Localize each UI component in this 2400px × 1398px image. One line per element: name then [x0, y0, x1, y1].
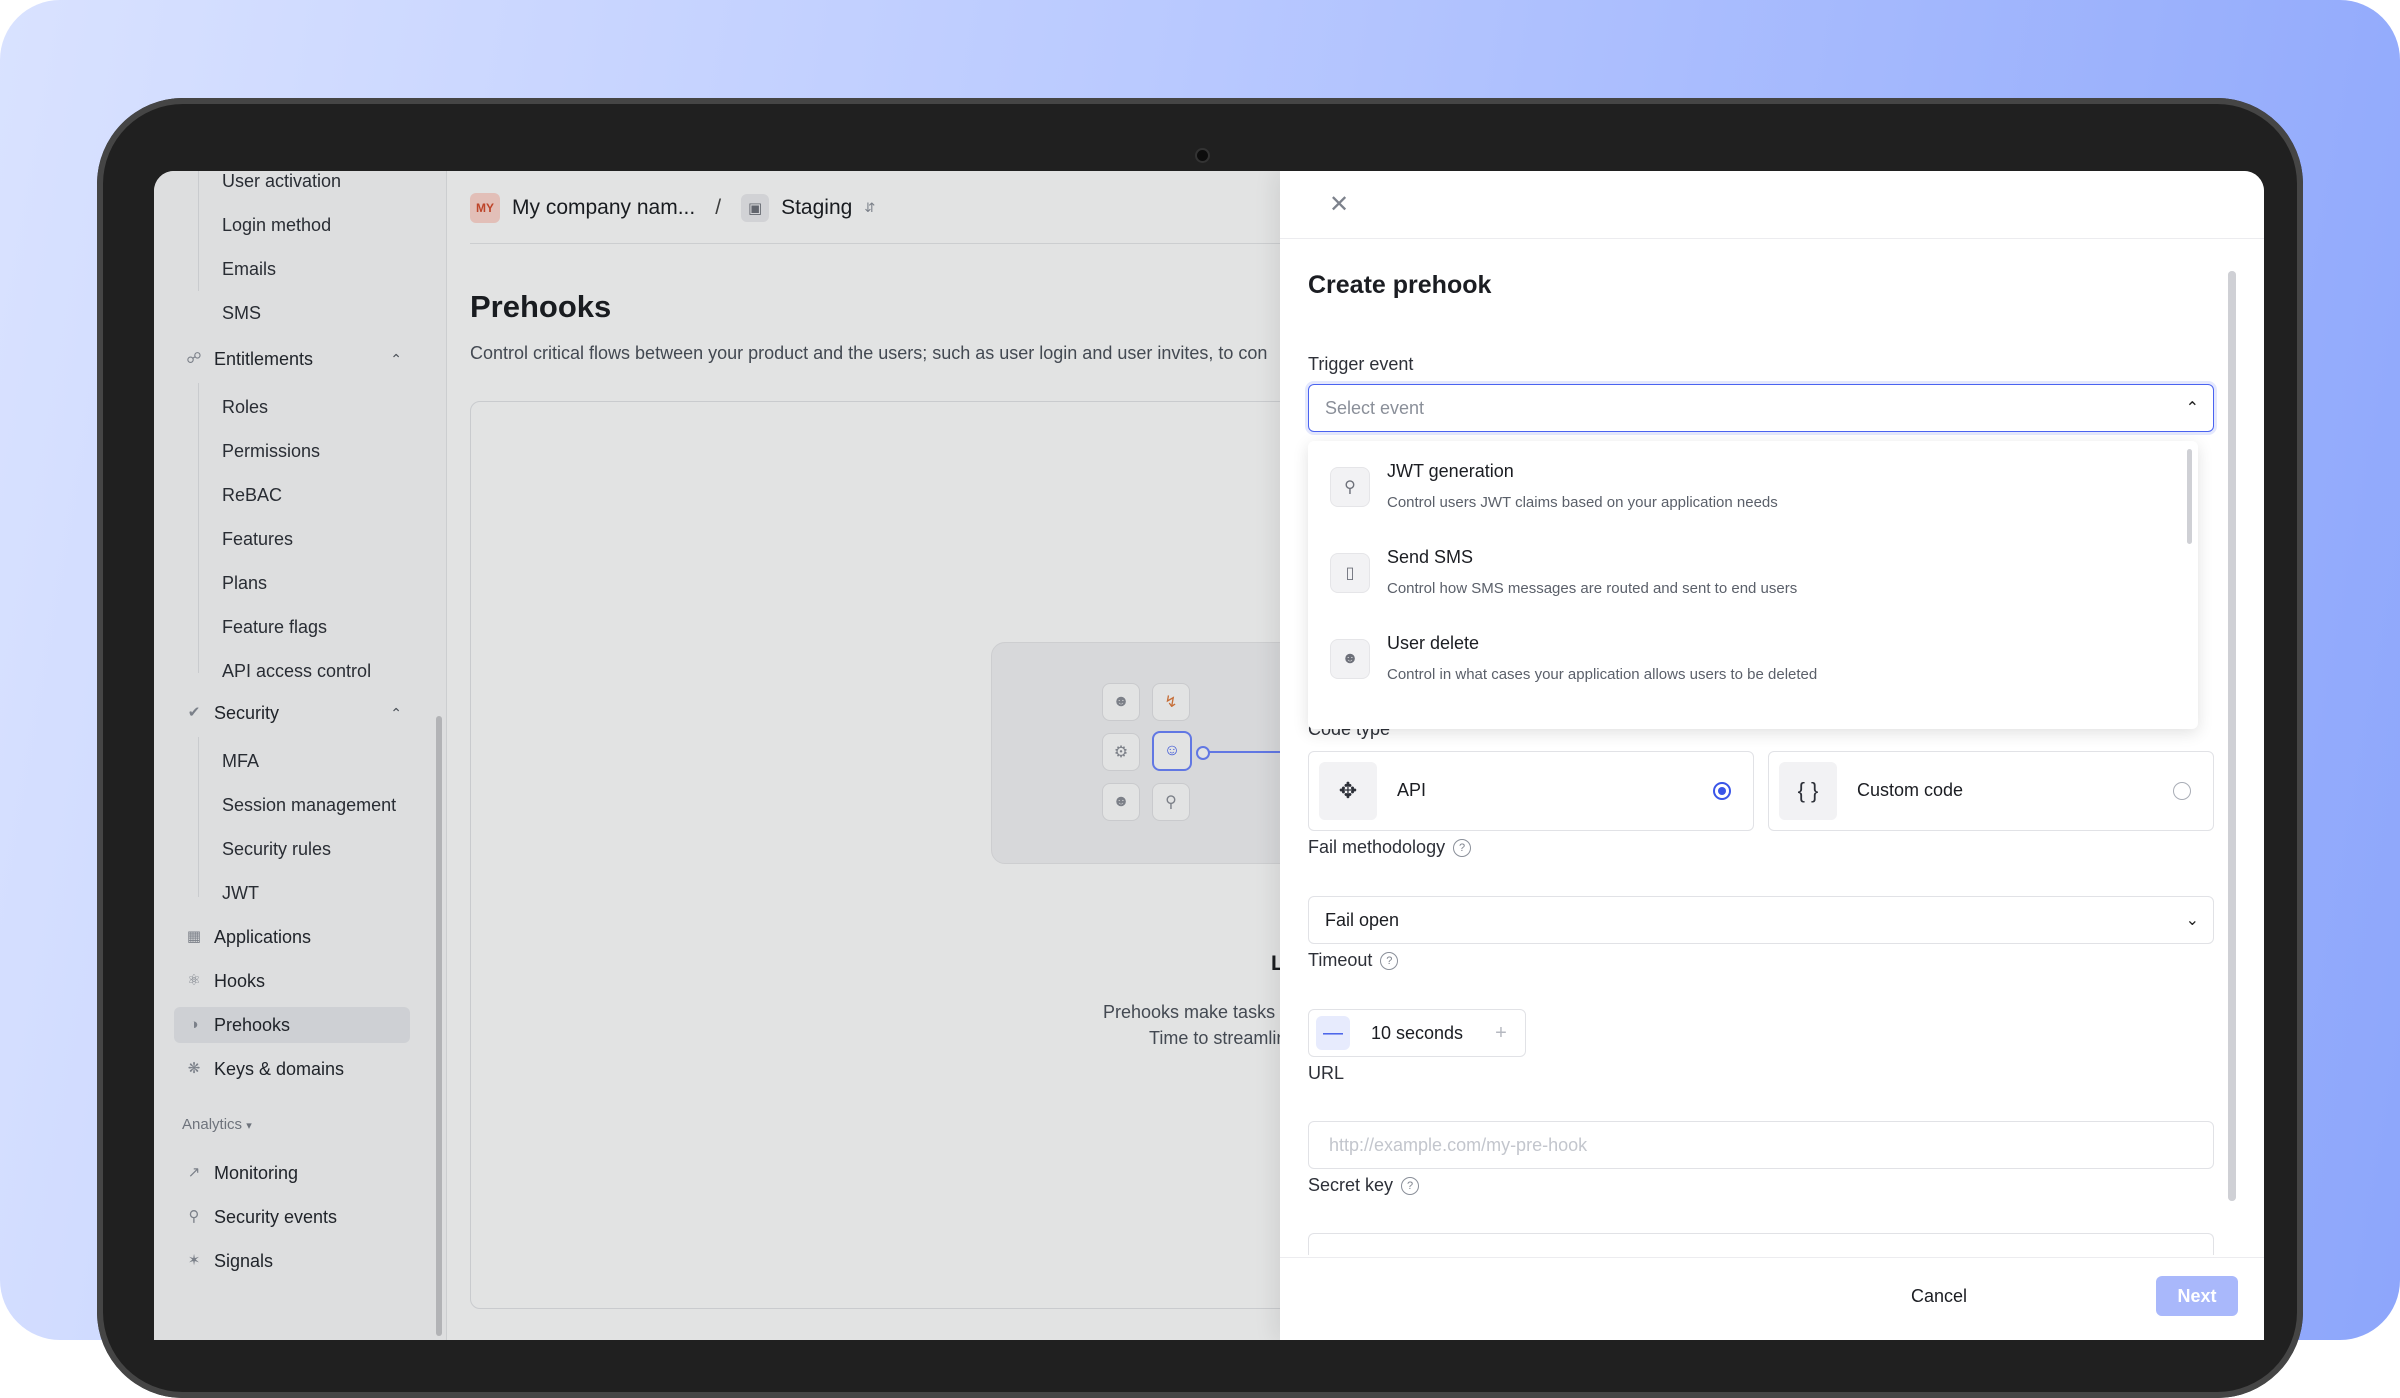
code-type-custom-option[interactable]: { } Custom code [1768, 751, 2214, 831]
option-description: Control in what cases your application a… [1387, 666, 1818, 683]
secret-key-label: Secret key ? [1308, 1175, 1420, 1196]
fail-methodology-select[interactable]: Fail open ⌄ [1308, 896, 2214, 944]
phone-icon: ▯ [1330, 553, 1370, 593]
custom-code-radio[interactable] [2173, 782, 2191, 800]
chevron-down-icon: ⌄ [2185, 912, 2199, 929]
trigger-event-label: Trigger event [1308, 354, 1414, 374]
user-remove-icon: ☻ [1330, 639, 1370, 679]
option-user-delete[interactable]: ☻ User delete Control in what cases your… [1308, 617, 2188, 699]
help-icon[interactable]: ? [1380, 951, 1399, 970]
api-icon: ✥ [1319, 762, 1377, 820]
help-icon[interactable]: ? [1453, 838, 1472, 857]
select-value: Fail open [1325, 909, 1400, 930]
create-prehook-drawer: ✕ Create prehook Trigger event Select ev… [1280, 171, 2264, 1340]
option-label: Custom code [1857, 780, 1964, 800]
drawer-title: Create prehook [1308, 271, 1492, 299]
secret-key-input[interactable] [1308, 1233, 2214, 1255]
option-description: Control users JWT claims based on your a… [1387, 494, 1778, 511]
close-icon[interactable]: ✕ [1324, 189, 1354, 219]
timeout-value[interactable]: 10 seconds [1357, 1023, 1477, 1044]
drawer-footer: Cancel Next [1280, 1257, 2264, 1340]
url-label: URL [1308, 1063, 1345, 1083]
drawer-scrollbar[interactable] [2228, 271, 2236, 1201]
option-send-sms[interactable]: ▯ Send SMS Control how SMS messages are … [1308, 531, 2188, 613]
url-input[interactable] [1308, 1121, 2214, 1169]
timeout-label: Timeout ? [1308, 950, 1399, 971]
drawer-divider [1280, 238, 2264, 239]
timeout-stepper: — 10 seconds + [1308, 1009, 1526, 1057]
api-radio[interactable] [1713, 782, 1731, 800]
code-type-api-option[interactable]: ✥ API [1308, 751, 1754, 831]
modal-backdrop[interactable] [154, 171, 1282, 1340]
trigger-event-select[interactable]: Select event ⌃ [1308, 384, 2214, 432]
option-title: User delete [1387, 633, 1480, 653]
chevron-up-icon: ⌃ [2185, 400, 2199, 417]
key-icon: ⚲ [1330, 467, 1370, 507]
option-title: JWT generation [1387, 461, 1514, 481]
trigger-event-dropdown: ⚲ JWT generation Control users JWT claim… [1308, 441, 2198, 729]
braces-icon: { } [1779, 762, 1837, 820]
option-jwt-generation[interactable]: ⚲ JWT generation Control users JWT claim… [1308, 445, 2188, 527]
help-icon[interactable]: ? [1401, 1176, 1420, 1195]
cancel-button[interactable]: Cancel [1894, 1276, 1984, 1316]
increment-button[interactable]: + [1484, 1016, 1518, 1050]
option-title: Send SMS [1387, 547, 1474, 567]
app-screen: User activation Login method Emails SMS … [154, 171, 2264, 1340]
next-button[interactable]: Next [2156, 1276, 2238, 1316]
camera-dot [1195, 148, 1210, 163]
option-label: API [1397, 780, 1427, 800]
fail-methodology-label: Fail methodology ? [1308, 837, 1472, 858]
decrement-button[interactable]: — [1316, 1016, 1350, 1050]
select-placeholder: Select event [1325, 397, 1425, 418]
option-description: Control how SMS messages are routed and … [1387, 580, 1798, 597]
